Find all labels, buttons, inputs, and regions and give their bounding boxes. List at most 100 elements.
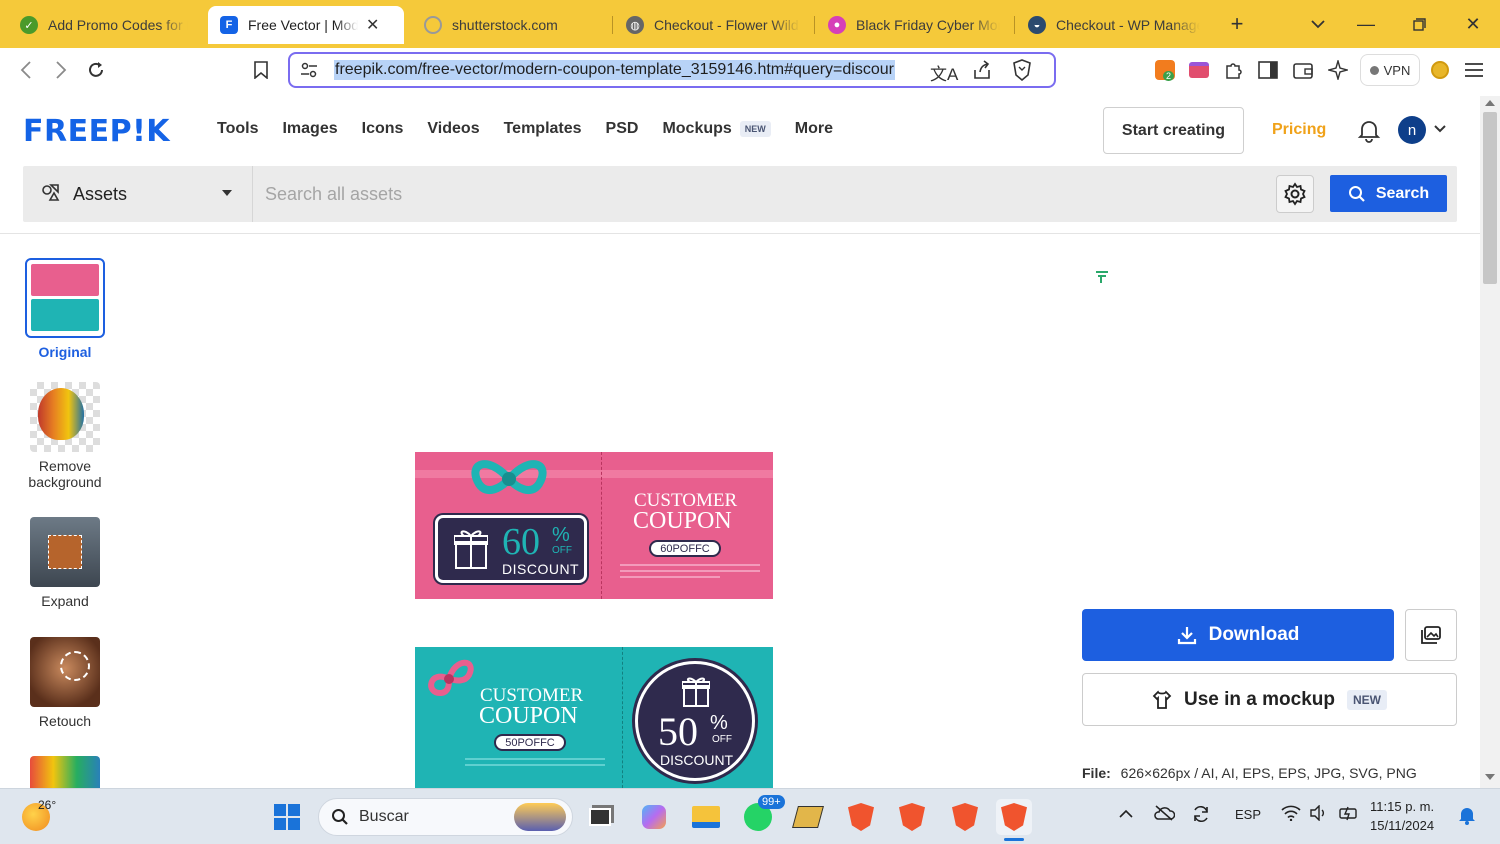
extension-icon[interactable]: 2: [1152, 57, 1178, 83]
add-to-collection-button[interactable]: [1405, 609, 1457, 661]
browser-tab-active[interactable]: F Free Vector | Mode ✕: [208, 6, 404, 44]
copilot-icon[interactable]: [636, 799, 672, 835]
tool-original[interactable]: Original: [20, 258, 110, 360]
clock-time: 11:15 p. m.: [1370, 799, 1435, 814]
translate-icon[interactable]: 文A: [930, 60, 958, 85]
browser-tab[interactable]: ✓ Add Promo Codes for F: [8, 6, 204, 44]
search-settings-button[interactable]: [1276, 175, 1314, 213]
vpn-status-dot-icon: [1369, 65, 1379, 75]
gift-extension-icon[interactable]: [1186, 57, 1212, 83]
taskbar-search[interactable]: Buscar: [318, 798, 573, 836]
tab-title: Black Friday Cyber Mor: [856, 17, 1000, 33]
tool-more[interactable]: [20, 756, 110, 788]
coupon-preview-pink[interactable]: 60 % OFF DISCOUNT CUSTOMER COUPON 60POFF…: [415, 452, 773, 599]
windows-start-icon[interactable]: [269, 799, 305, 835]
nav-tools[interactable]: Tools: [217, 120, 258, 138]
bow-ribbon-icon: [428, 659, 474, 696]
file-explorer-icon[interactable]: [688, 799, 724, 835]
vpn-button[interactable]: VPN: [1360, 54, 1420, 86]
nav-templates[interactable]: Templates: [504, 120, 582, 138]
download-button[interactable]: Download: [1082, 609, 1394, 661]
forward-arrow-icon[interactable]: [48, 57, 74, 83]
sidebar-toggle-icon[interactable]: [1255, 57, 1281, 83]
browser-tab[interactable]: ◒ Checkout - WP Manage: [1016, 6, 1212, 44]
nav-mockups[interactable]: Mockups NEW: [662, 120, 771, 138]
browser-tab[interactable]: ● Black Friday Cyber Mor: [816, 6, 1012, 44]
new-tab-button[interactable]: +: [1223, 10, 1251, 38]
volume-icon[interactable]: [1309, 804, 1327, 824]
search-input[interactable]: [255, 166, 1265, 222]
brave-browser-active-icon[interactable]: [996, 799, 1032, 835]
browser-tab[interactable]: ◍ Checkout - Flower Wild: [614, 6, 812, 44]
nav-more[interactable]: More: [795, 120, 833, 138]
url-text[interactable]: freepik.com/free-vector/modern-coupon-te…: [334, 60, 895, 80]
brave-browser-profile-icon[interactable]: [947, 799, 983, 835]
nav-psd[interactable]: PSD: [606, 120, 639, 138]
show-hidden-icons-chevron-icon[interactable]: [1119, 807, 1133, 822]
pointer-app-icon[interactable]: [790, 799, 826, 835]
tool-retouch[interactable]: Retouch: [20, 637, 110, 729]
leo-ai-icon[interactable]: [1325, 57, 1351, 83]
scroll-down-arrow-icon[interactable]: [1485, 774, 1495, 780]
rewards-icon[interactable]: [1427, 57, 1453, 83]
scrollbar-thumb[interactable]: [1483, 112, 1497, 284]
use-in-mockup-button[interactable]: Use in a mockup NEW: [1082, 673, 1457, 726]
close-window-button[interactable]: ✕: [1459, 10, 1487, 38]
pricing-link[interactable]: Pricing: [1272, 121, 1326, 139]
maximize-window-button[interactable]: [1405, 10, 1433, 38]
freepik-logo[interactable]: FREEP!K: [23, 114, 170, 149]
wifi-icon[interactable]: [1281, 805, 1301, 824]
site-settings-icon[interactable]: [300, 62, 318, 83]
share-icon[interactable]: [972, 60, 992, 85]
caret-down-icon: [222, 190, 232, 196]
menu-hamburger-icon[interactable]: [1461, 57, 1487, 83]
input-language[interactable]: ESP: [1235, 807, 1261, 822]
brave-browser-profile-icon[interactable]: [894, 799, 930, 835]
whatsapp-icon[interactable]: 99+: [740, 795, 785, 835]
wallet-icon[interactable]: [1290, 57, 1316, 83]
user-avatar[interactable]: n: [1398, 116, 1426, 144]
task-view-icon[interactable]: [582, 799, 618, 835]
notification-bell-icon[interactable]: [1458, 805, 1476, 828]
sync-icon[interactable]: [1191, 804, 1211, 827]
tool-remove-background[interactable]: Remove background: [20, 382, 110, 490]
battery-charging-icon[interactable]: [1337, 805, 1359, 824]
system-clock[interactable]: 11:15 p. m. 15/11/2024: [1370, 797, 1434, 835]
vpn-label: VPN: [1383, 62, 1411, 78]
file-info-label: File:: [1082, 765, 1111, 781]
browser-tab[interactable]: shutterstock.com: [412, 6, 608, 44]
extension-badge: 2: [1163, 71, 1175, 81]
tool-label: Retouch: [38, 713, 92, 729]
page-scrollbar[interactable]: [1480, 96, 1500, 788]
tab-search-chevron-icon[interactable]: [1304, 10, 1332, 38]
close-tab-icon[interactable]: ✕: [366, 15, 379, 35]
tool-label: Original: [38, 344, 92, 360]
nav-images[interactable]: Images: [282, 120, 337, 138]
tool-label: Remove background: [28, 458, 102, 490]
back-arrow-icon[interactable]: [13, 57, 39, 83]
chevron-down-icon[interactable]: [1434, 120, 1446, 136]
coupon-preview-teal[interactable]: CUSTOMER COUPON 50POFFC 50 % OFF DISCOUN…: [415, 647, 773, 788]
start-creating-button[interactable]: Start creating: [1103, 107, 1244, 154]
discount-percent: 50: [658, 709, 698, 754]
search-button[interactable]: Search: [1330, 175, 1447, 212]
brave-shield-icon[interactable]: [1012, 59, 1032, 86]
puzzle-extensions-icon[interactable]: [1220, 57, 1246, 83]
address-bar[interactable]: freepik.com/free-vector/modern-coupon-te…: [288, 52, 1056, 88]
onedrive-cloud-icon[interactable]: [1153, 805, 1176, 824]
bookmark-icon[interactable]: [248, 57, 274, 83]
nav-icons[interactable]: Icons: [362, 120, 404, 138]
notifications-bell-icon[interactable]: [1356, 117, 1384, 145]
scroll-up-arrow-icon[interactable]: [1485, 100, 1495, 106]
brave-browser-icon[interactable]: [843, 799, 879, 835]
asset-type-dropdown[interactable]: Assets: [23, 166, 253, 222]
minimize-window-button[interactable]: —: [1352, 10, 1380, 38]
percent-sign: %: [710, 712, 728, 734]
reload-icon[interactable]: [83, 57, 109, 83]
gift-icon: [454, 530, 488, 569]
tool-expand[interactable]: Expand: [20, 517, 110, 609]
nav-videos[interactable]: Videos: [427, 120, 479, 138]
whatsapp-badge: 99+: [758, 795, 785, 809]
main-nav: Tools Images Icons Videos Templates PSD …: [217, 120, 833, 138]
parrot-thumbnail: [30, 756, 100, 788]
